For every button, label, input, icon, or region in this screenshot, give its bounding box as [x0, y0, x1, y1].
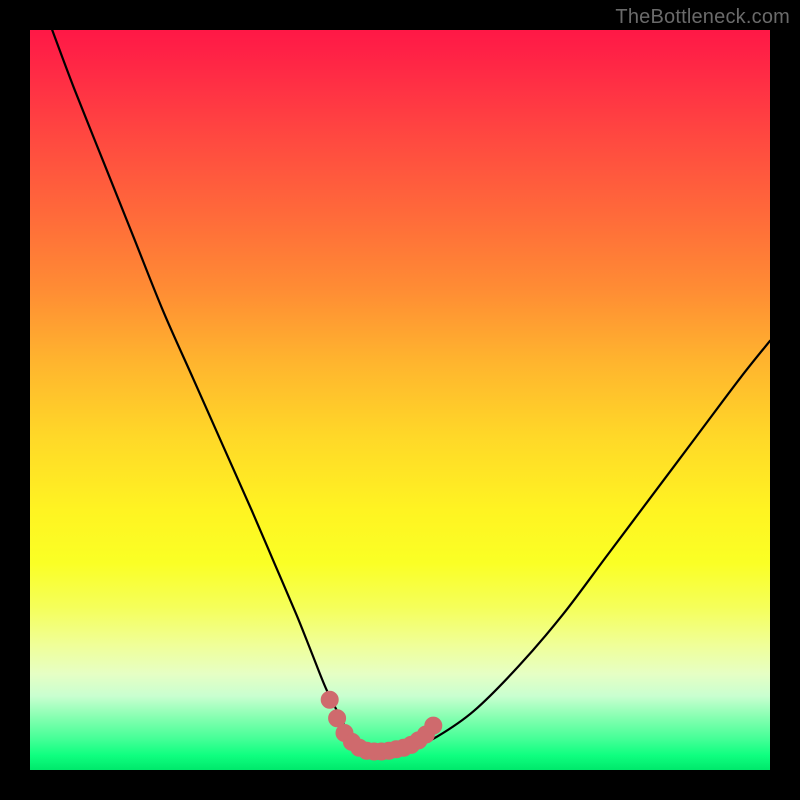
chart-svg [30, 30, 770, 770]
watermark-text: TheBottleneck.com [615, 6, 790, 29]
trough-marker [321, 691, 338, 708]
trough-marker [425, 717, 442, 734]
trough-marker-group [321, 691, 442, 760]
bottleneck-curve [52, 30, 770, 752]
plot-area [30, 30, 770, 770]
chart-frame: TheBottleneck.com [0, 0, 800, 800]
